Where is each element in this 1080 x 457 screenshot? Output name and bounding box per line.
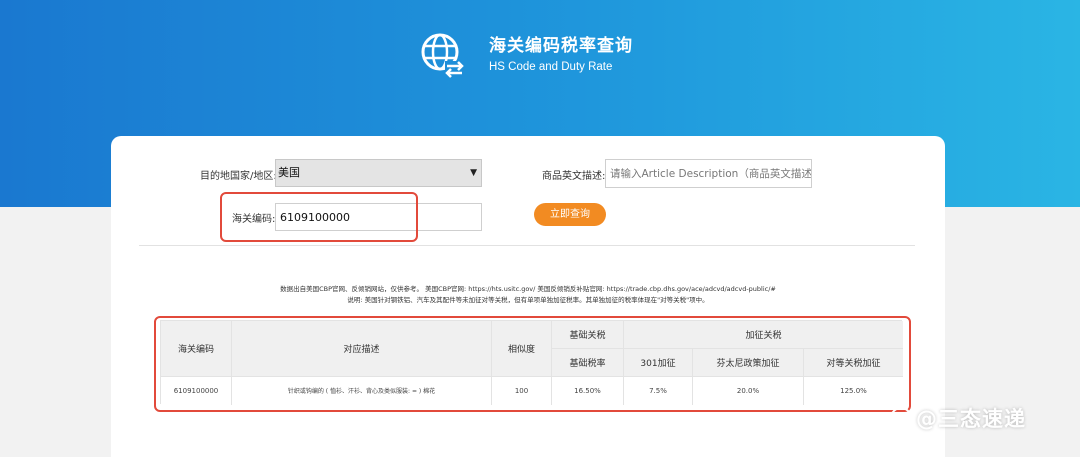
divider <box>139 245 915 246</box>
explanation-note: 说明: 美国针对钢铁铝、汽车及其配件等未加征对等关税，但有单项单独加征税率。其单… <box>347 296 709 304</box>
globe-exchange-icon <box>421 33 465 78</box>
watermark: du @三态速递 <box>890 400 1026 436</box>
description-input[interactable]: 请输入Article Description（商品英文描述） <box>605 159 812 188</box>
page-title: 海关编码税率查询 <box>489 36 633 56</box>
watermark-text: @三态速递 <box>916 407 1026 431</box>
search-button[interactable]: 立即查询 <box>534 203 606 226</box>
watermark-badge: du <box>890 407 912 429</box>
page-subtitle: HS Code and Duty Rate <box>489 61 613 73</box>
hs-code-highlight <box>220 192 418 242</box>
chevron-down-icon: ▼ <box>470 168 477 178</box>
table-highlight <box>154 316 911 412</box>
source-note: 数据出自美国CBP官网、反倾销网站，仅供参考。 美国CBP官网: https:/… <box>280 285 776 293</box>
country-label: 目的地国家/地区: <box>200 171 277 182</box>
country-value: 美国 <box>278 166 300 179</box>
description-label: 商品英文描述: <box>542 171 606 182</box>
country-select[interactable]: 美国 ▼ <box>275 159 482 187</box>
